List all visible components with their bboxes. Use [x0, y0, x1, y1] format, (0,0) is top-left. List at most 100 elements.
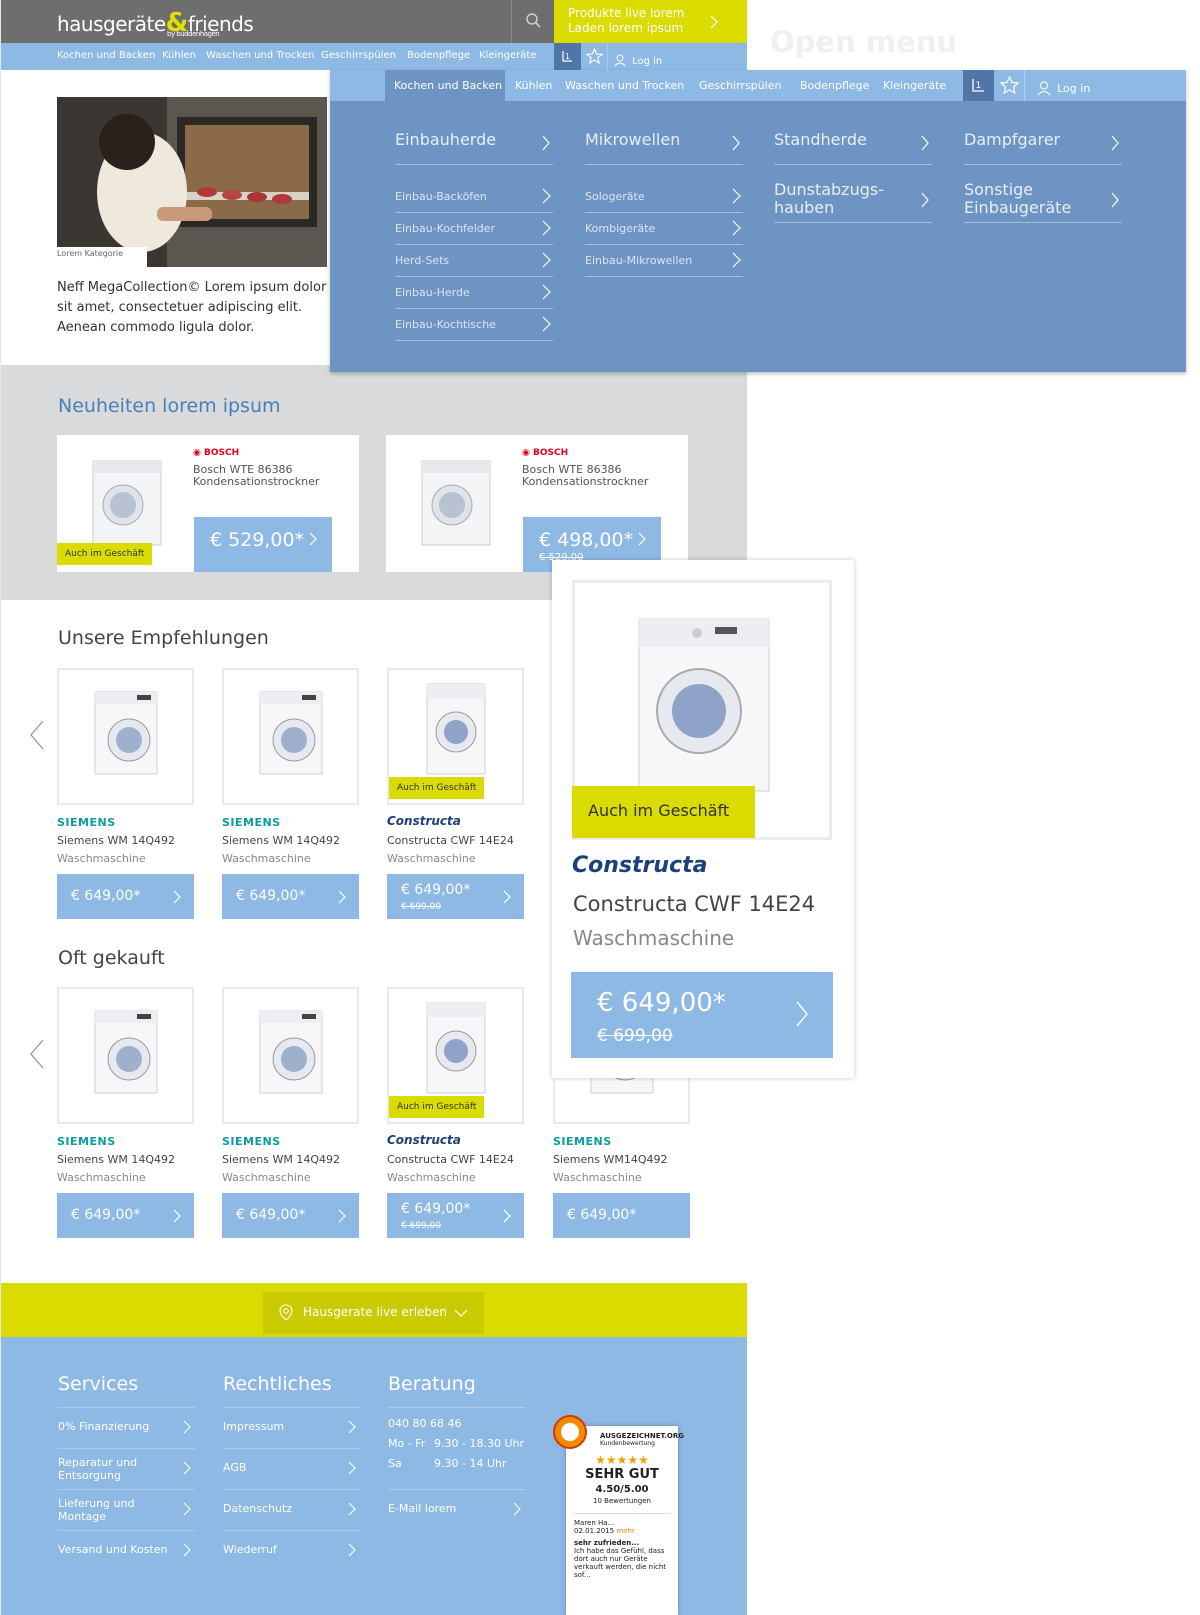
- price-button[interactable]: € 649,00*: [553, 1193, 690, 1238]
- footer-link[interactable]: Datenschutz: [223, 1490, 360, 1531]
- rating-seal[interactable]: AUSGEZEICHNET.ORG Kundenbewertung ★★★★★ …: [553, 1415, 684, 1615]
- mega-nav-klein[interactable]: Kleingeräte: [883, 79, 946, 92]
- mega-head[interactable]: Sonstige Einbaugeräte: [964, 181, 1122, 223]
- price: € 649,00*: [71, 1207, 141, 1223]
- mega-sub[interactable]: Einbau-Mikrowellen: [585, 245, 743, 277]
- price: € 649,00*: [236, 1207, 306, 1223]
- price-button[interactable]: € 649,00*: [222, 1193, 359, 1238]
- mega-nav-kuehlen[interactable]: Kühlen: [515, 79, 552, 92]
- product-category: Waschmaschine: [387, 852, 476, 865]
- chevron-right-icon: [710, 15, 718, 29]
- nav-item-geschirr[interactable]: Geschirrspülen: [321, 50, 396, 61]
- footer-link[interactable]: Reparatur und Entsorgung: [58, 1449, 195, 1490]
- hero-image[interactable]: [57, 97, 327, 267]
- mega-favorites-button[interactable]: [994, 70, 1025, 101]
- product-thumb[interactable]: [222, 668, 359, 805]
- product-name: Constructa CWF 14E24: [387, 1153, 514, 1166]
- promo-banner[interactable]: Produkte live lorem Laden lorem ipsum: [554, 0, 747, 43]
- mega-sub[interactable]: Herd-Sets: [395, 245, 553, 277]
- logo[interactable]: hausgeräte&friends by buddenhagen: [57, 8, 254, 38]
- footer-rechtliches: Rechtliches Impressum AGB Datenschutz Wi…: [223, 1373, 360, 1572]
- footer-link[interactable]: Wiederruf: [223, 1531, 360, 1572]
- price-button[interactable]: € 649,00*: [57, 874, 194, 919]
- nav-item-waschen[interactable]: Waschen und Trocken: [206, 50, 314, 61]
- rating-stars: ★★★★★: [595, 1453, 649, 1467]
- mega-sub[interactable]: Sologeräte: [585, 181, 743, 213]
- nav-item-boden[interactable]: Bodenpflege: [407, 50, 470, 61]
- nav-item-klein[interactable]: Kleingeräte: [479, 50, 536, 61]
- product-thumb[interactable]: [57, 668, 194, 805]
- chevron-right-icon: [732, 188, 741, 204]
- product-name: Bosch WTE 86386 Kondensationstrockner: [193, 464, 319, 488]
- mega-sub[interactable]: Einbau-Kochfelder: [395, 213, 553, 245]
- footer-link[interactable]: Versand und Kosten: [58, 1531, 195, 1572]
- hero-caption: Lorem Kategorie: [57, 247, 147, 267]
- chevron-right-icon: [503, 890, 511, 904]
- mega-sub[interactable]: Einbau-Herde: [395, 277, 553, 309]
- logo-text: hausgeräte: [57, 12, 166, 36]
- mega-sub[interactable]: Kombigeräte: [585, 213, 743, 245]
- price-button[interactable]: € 529,00*: [194, 517, 332, 572]
- search-button[interactable]: [511, 0, 554, 43]
- nav-item-kochen[interactable]: Kochen und Backen: [57, 50, 155, 61]
- chevron-left-icon[interactable]: [27, 715, 47, 755]
- product-thumb[interactable]: [57, 987, 194, 1124]
- top-header: hausgeräte&friends by buddenhagen Produk…: [1, 0, 747, 43]
- product-name: Siemens WM 14Q492: [222, 834, 341, 847]
- mega-sub[interactable]: Einbau-Kochtische: [395, 309, 553, 341]
- review-date: 02.01.2015: [574, 1527, 615, 1535]
- price: € 649,00*: [597, 988, 726, 1018]
- neuheiten-card-1[interactable]: Auch im Geschäft ◉ BOSCH Bosch WTE 86386…: [57, 435, 359, 572]
- price-button[interactable]: € 649,00*: [57, 1193, 194, 1238]
- nav-item-kuehlen[interactable]: Kühlen: [162, 50, 196, 61]
- product-category: Waschmaschine: [573, 926, 735, 950]
- mega-head[interactable]: Mikrowellen: [585, 120, 743, 165]
- favorites-button[interactable]: [581, 43, 608, 70]
- live-experience-button[interactable]: Hausgerate live erleben: [263, 1292, 484, 1334]
- chevron-right-icon: [173, 890, 181, 904]
- mega-login-link[interactable]: Log in: [1036, 77, 1090, 96]
- footer-link[interactable]: Lieferung und Montage: [58, 1490, 195, 1531]
- mega-nav-waschen[interactable]: Waschen und Trocken: [565, 79, 684, 92]
- chevron-right-icon: [542, 188, 551, 204]
- mega-head[interactable]: Dunstabzugs-hauben: [774, 181, 932, 223]
- cart-icon: 1: [562, 51, 572, 62]
- footer-link[interactable]: 0% Finanzierung: [58, 1408, 195, 1449]
- mega-sub[interactable]: Einbau-Backöfen: [395, 181, 553, 213]
- product-name: Constructa CWF 14E24: [387, 834, 514, 847]
- mega-head[interactable]: Einbauherde: [395, 120, 553, 165]
- email-link[interactable]: E-Mail lorem: [388, 1490, 525, 1531]
- mega-nav-boden[interactable]: Bodenpflege: [800, 79, 869, 92]
- footer-beratung-title: Beratung: [388, 1373, 525, 1408]
- price-button[interactable]: € 649,00* € 699,00: [387, 1193, 524, 1238]
- mega-nav-kochen[interactable]: Kochen und Backen: [394, 79, 502, 92]
- chevron-left-icon[interactable]: [27, 1034, 47, 1074]
- neuheiten-card-2[interactable]: ◉ BOSCH Bosch WTE 86386 Kondensationstroc…: [386, 435, 688, 572]
- mega-head[interactable]: Dampfgarer: [964, 120, 1122, 165]
- login-link[interactable]: Log in: [613, 49, 662, 68]
- chevron-right-icon: [348, 1502, 356, 1516]
- mega-cart-button[interactable]: 1: [963, 70, 994, 101]
- mega-sub-label: Sologeräte: [585, 190, 645, 203]
- review-more-link[interactable]: mehr: [616, 1527, 634, 1535]
- mega-head[interactable]: Standherde: [774, 120, 932, 165]
- footer-link[interactable]: AGB: [223, 1449, 360, 1490]
- mega-nav-geschirr[interactable]: Geschirrspülen: [699, 79, 781, 92]
- mega-sub-label: Einbau-Herde: [395, 286, 470, 299]
- chevron-right-icon: [732, 252, 741, 268]
- price: € 498,00*: [539, 529, 634, 551]
- footer-link-label: Lieferung und Montage: [58, 1497, 135, 1523]
- footer-link[interactable]: Impressum: [223, 1408, 360, 1449]
- dryer-image: [92, 460, 162, 546]
- enlarged-product-card[interactable]: Auch im Geschäft Constructa Constructa C…: [552, 560, 854, 1078]
- product-thumb[interactable]: [222, 987, 359, 1124]
- mega-login-label: Log in: [1057, 82, 1091, 95]
- price-button[interactable]: € 649,00* € 699,00: [387, 874, 524, 919]
- price-button[interactable]: € 649,00*: [222, 874, 359, 919]
- mega-sub-label: Einbau-Mikrowellen: [585, 254, 693, 267]
- phone-number[interactable]: 040 80 68 46: [388, 1414, 525, 1434]
- price-button[interactable]: € 649,00* € 699,00: [571, 972, 833, 1058]
- star-icon: [999, 75, 1020, 95]
- review-title: sehr zufrieden...: [574, 1539, 640, 1547]
- cart-button[interactable]: 1: [554, 43, 581, 70]
